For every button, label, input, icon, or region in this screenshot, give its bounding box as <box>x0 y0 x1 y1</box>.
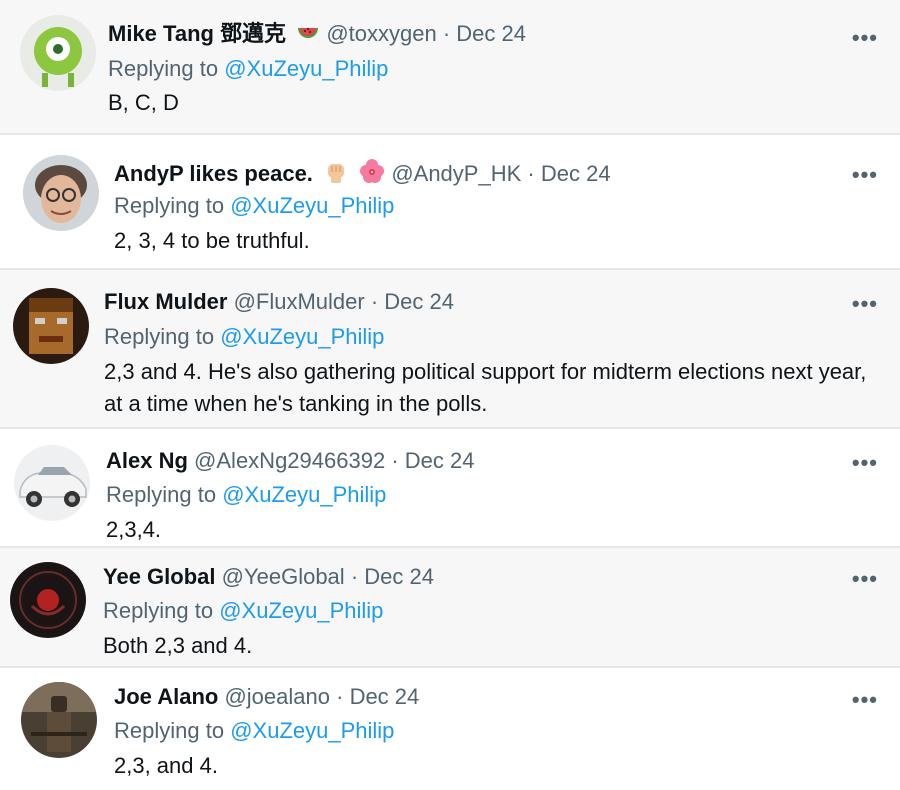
tweet-date[interactable]: Dec 24 <box>456 21 526 46</box>
reply-tweet[interactable]: AndyP likes peace. @AndyP_HK · Dec 24 ••… <box>0 135 900 268</box>
more-options-icon[interactable]: ••• <box>852 164 878 186</box>
display-name[interactable]: Joe Alano <box>114 684 218 709</box>
replying-to-label: Replying to <box>104 324 215 349</box>
display-name[interactable]: AndyP likes peace. <box>114 161 313 186</box>
mention-link[interactable]: @XuZeyu_Philip <box>224 56 388 81</box>
tweet-header: Joe Alano @joealano · Dec 24 <box>114 683 419 711</box>
watermelon-icon <box>296 22 320 51</box>
hibiscus-icon <box>359 158 385 191</box>
display-name[interactable]: Flux Mulder <box>104 289 227 314</box>
tweet-date[interactable]: Dec 24 <box>405 448 475 473</box>
replying-to-label: Replying to <box>114 193 225 218</box>
avatar-image <box>21 682 97 758</box>
replying-to: Replying to @XuZeyu_Philip <box>114 717 394 745</box>
mention-link[interactable]: @XuZeyu_Philip <box>222 482 386 507</box>
avatar[interactable] <box>21 682 97 758</box>
tweet-date[interactable]: Dec 24 <box>364 564 434 589</box>
separator-dot: · <box>442 21 451 46</box>
replying-to: Replying to @XuZeyu_Philip <box>108 55 388 83</box>
more-options-icon[interactable]: ••• <box>852 452 878 474</box>
separator-dot: · <box>527 161 535 186</box>
tweet-header: Flux Mulder @FluxMulder · Dec 24 <box>104 288 454 316</box>
user-handle[interactable]: @AlexNg29466392 <box>194 448 385 473</box>
avatar-image <box>20 15 96 91</box>
reply-tweet[interactable]: Joe Alano @joealano · Dec 24 ••• Replyin… <box>0 668 900 790</box>
avatar[interactable] <box>23 155 99 231</box>
user-handle[interactable]: @joealano <box>224 684 330 709</box>
tweet-text: Both 2,3 and 4. <box>103 633 253 658</box>
tweet-text: 2,3, and 4. <box>114 753 218 778</box>
tweet-text: 2,3 and 4. He's also gathering political… <box>104 359 867 416</box>
separator-dot: · <box>350 564 359 589</box>
tweet-header: Alex Ng @AlexNg29466392 · Dec 24 <box>106 447 474 475</box>
avatar-image <box>13 288 89 364</box>
avatar-image <box>14 445 90 521</box>
avatar[interactable] <box>14 445 90 521</box>
tweet-header: Yee Global @YeeGlobal · Dec 24 <box>103 563 434 591</box>
mention-link[interactable]: @XuZeyu_Philip <box>230 193 394 218</box>
replying-to-label: Replying to <box>103 598 214 623</box>
tweet-text: 2, 3, 4 to be truthful. <box>114 228 310 253</box>
replying-to: Replying to @XuZeyu_Philip <box>114 192 394 220</box>
tweet-header: AndyP likes peace. @AndyP_HK · Dec 24 <box>114 158 611 191</box>
replying-to: Replying to @XuZeyu_Philip <box>106 481 386 509</box>
display-name[interactable]: Yee Global <box>103 564 216 589</box>
raised-fist-icon <box>323 158 349 191</box>
separator-dot: · <box>391 448 399 473</box>
mention-link[interactable]: @XuZeyu_Philip <box>219 598 383 623</box>
user-handle[interactable]: @FluxMulder <box>234 289 365 314</box>
display-name[interactable]: Alex Ng <box>106 448 188 473</box>
user-handle[interactable]: @toxxygen <box>326 21 436 46</box>
reply-tweet[interactable]: Flux Mulder @FluxMulder · Dec 24 ••• Rep… <box>0 270 900 427</box>
reply-tweet[interactable]: Alex Ng @AlexNg29466392 · Dec 24 ••• Rep… <box>0 429 900 546</box>
display-name[interactable]: Mike Tang 鄧邁克 <box>108 21 286 46</box>
user-handle[interactable]: @AndyP_HK <box>391 161 521 186</box>
tweet-date[interactable]: Dec 24 <box>350 684 420 709</box>
tweet-text: 2,3,4. <box>106 517 162 542</box>
avatar[interactable] <box>20 15 96 91</box>
more-options-icon[interactable]: ••• <box>852 568 878 590</box>
avatar-image <box>10 562 86 638</box>
avatar[interactable] <box>10 562 86 638</box>
tweet-header: Mike Tang 鄧邁克 @toxxygen · Dec 24 <box>108 20 526 51</box>
reply-tweet[interactable]: Yee Global @YeeGlobal · Dec 24 ••• Reply… <box>0 548 900 666</box>
mention-link[interactable]: @XuZeyu_Philip <box>230 718 394 743</box>
replying-to-label: Replying to <box>114 718 225 743</box>
mention-link[interactable]: @XuZeyu_Philip <box>220 324 384 349</box>
separator-dot: · <box>370 289 379 314</box>
reply-tweet[interactable]: Mike Tang 鄧邁克 @toxxygen · Dec 24 ••• Rep… <box>0 0 900 133</box>
replying-to: Replying to @XuZeyu_Philip <box>103 597 383 625</box>
avatar[interactable] <box>13 288 89 364</box>
replying-to: Replying to @XuZeyu_Philip <box>104 323 384 351</box>
more-options-icon[interactable]: ••• <box>852 27 878 49</box>
replying-to-label: Replying to <box>108 56 219 81</box>
tweet-text: B, C, D <box>108 90 179 115</box>
more-options-icon[interactable]: ••• <box>852 689 878 711</box>
more-options-icon[interactable]: ••• <box>852 293 878 315</box>
replying-to-label: Replying to <box>106 482 217 507</box>
avatar-image <box>23 155 99 231</box>
tweet-date[interactable]: Dec 24 <box>541 161 611 186</box>
user-handle[interactable]: @YeeGlobal <box>222 564 345 589</box>
separator-dot: · <box>336 684 344 709</box>
tweet-date[interactable]: Dec 24 <box>384 289 454 314</box>
